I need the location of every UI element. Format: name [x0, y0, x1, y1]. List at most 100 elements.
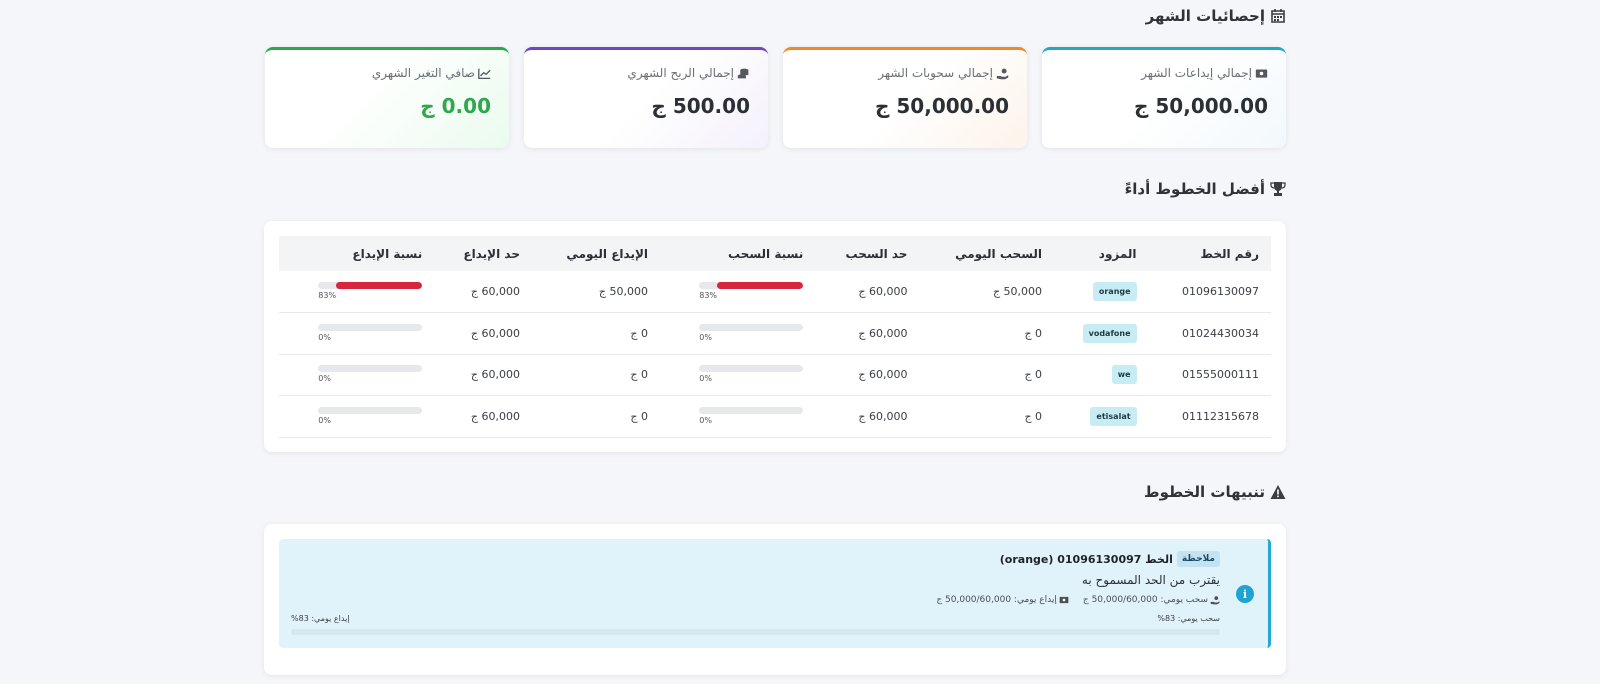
progress-label: 0%: [699, 332, 712, 342]
column-header: السحب اليومي: [955, 246, 1043, 261]
progress-fill: [716, 282, 804, 289]
daily-withdraw-cell: 50,000 ج: [919, 271, 1055, 313]
daily-deposit-cell: 0 ج: [531, 312, 661, 355]
line-number-cell: 01024430034: [1148, 312, 1271, 355]
stat-card-value: 50,000.00 ج: [875, 94, 1009, 118]
withdraw-pct-cell: 0%: [660, 312, 816, 355]
table-row: 01096130097 orange 50,000 ج 60,000 ج 83% 50,0…: [279, 271, 1271, 313]
calendar-icon: [1269, 8, 1286, 25]
line-alert: i ملاحظة الخط 01096130097 (orange) يقترب…: [279, 539, 1271, 648]
table-header-row: رقم الخط المزود السحب اليومي حد السحب نس…: [279, 236, 1271, 271]
deposit-pct-cell: 83%: [279, 271, 435, 313]
progress-label: 0%: [318, 332, 331, 342]
monthly-stats-title: إحصائيات الشهر: [1146, 5, 1286, 27]
progress-label: 0%: [699, 415, 712, 425]
line-number-cell: 01555000111: [1148, 354, 1271, 396]
daily-withdraw-cell: 0 ج: [919, 395, 1055, 438]
provider-cell: orange: [1054, 271, 1149, 313]
progress-label: 0%: [318, 415, 331, 425]
progress-label: 83%: [318, 291, 337, 300]
provider-badge: we: [1111, 365, 1137, 385]
withdraw-limit-cell: 60,000 ج: [815, 354, 920, 396]
progress-bar: [318, 406, 423, 414]
progress-bar: [318, 282, 423, 289]
stat-card-value: 0.00 ج: [420, 94, 491, 118]
stat-card-label: إجمالي إيداعات الشهر: [1141, 66, 1252, 80]
column-header: الإيداع اليومي: [566, 246, 649, 261]
daily-withdraw-cell: 0 ج: [919, 354, 1055, 396]
hand-holding-usd-icon: [1210, 596, 1220, 605]
provider-badge: vodafone: [1082, 323, 1137, 343]
top-lines-body: 01096130097 orange 50,000 ج 60,000 ج 83% 50,0…: [279, 271, 1271, 438]
line-alerts-panel: i ملاحظة الخط 01096130097 (orange) يقترب…: [264, 524, 1286, 675]
stat-card-monthly-profit: إجمالي الربح الشهري 500.00 ج: [524, 47, 768, 148]
withdraw-limit-cell: 60,000 ج: [815, 395, 920, 438]
hand-holding-usd-icon: [996, 68, 1009, 79]
alert-message: يقترب من الحد المسموح به: [1081, 573, 1220, 587]
alert-deposit-meta: إيداع يومي: 50,000/60,000 ج: [936, 595, 1057, 605]
progress-label: 83%: [699, 291, 718, 300]
column-header: رقم الخط: [1200, 246, 1259, 261]
progress-bar: [318, 323, 423, 331]
stat-card-monthly-deposits: إجمالي إيداعات الشهر 50,000.00 ج: [1042, 47, 1286, 148]
deposit-limit-cell: 60,000 ج: [434, 271, 532, 313]
stats-cards: إجمالي إيداعات الشهر 50,000.00 ج إجمالي …: [264, 47, 1286, 148]
stat-card-label: إجمالي الربح الشهري: [627, 66, 734, 80]
table-row: 01112315678 etisalat 0 ج 60,000 ج 0% 0 ج 60,00…: [279, 395, 1271, 438]
line-number-cell: 01096130097: [1148, 271, 1271, 313]
monthly-stats-title-text: إحصائيات الشهر: [1145, 7, 1265, 25]
provider-cell: etisalat: [1054, 395, 1149, 438]
info-icon: i: [1236, 585, 1254, 603]
trophy-icon: [1269, 181, 1286, 198]
progress-bar: [699, 365, 804, 373]
alert-withdraw-pct: سحب يومي: 83%: [1157, 614, 1220, 623]
progress-bar: [699, 406, 804, 414]
daily-deposit-cell: 50,000 ج: [531, 271, 661, 313]
progress-fill: [335, 282, 423, 289]
withdraw-pct-cell: 0%: [660, 395, 816, 438]
stat-card-net-change: صافي التغير الشهري 0.00 ج: [265, 47, 509, 148]
deposit-pct-cell: 0%: [279, 312, 435, 355]
stat-card-value: 500.00 ج: [651, 94, 750, 118]
alert-meta: سحب يومي: 50,000/60,000 ج إيداع يومي: 50…: [936, 595, 1220, 605]
deposit-limit-cell: 60,000 ج: [434, 312, 532, 355]
provider-cell: we: [1054, 354, 1149, 396]
warning-icon: [1269, 484, 1286, 501]
note-badge: ملاحظة: [1176, 551, 1220, 567]
stat-card-label: صافي التغير الشهري: [371, 66, 475, 80]
withdraw-pct-cell: 83%: [660, 271, 816, 313]
stat-card-monthly-withdrawals: إجمالي سحوبات الشهر 50,000.00 ج: [783, 47, 1027, 148]
provider-badge: orange: [1092, 282, 1137, 301]
coins-icon: [737, 68, 749, 78]
deposit-limit-cell: 60,000 ج: [434, 395, 532, 438]
progress-label: 0%: [699, 374, 712, 384]
top-lines-title: أفضل الخطوط أداءً: [1125, 178, 1286, 200]
line-alerts-title-text: تنبيهات الخطوط: [1143, 483, 1265, 501]
column-header: نسبة السحب: [727, 246, 804, 261]
daily-withdraw-cell: 0 ج: [919, 312, 1055, 355]
table-row: 01555000111 we 0 ج 60,000 ج 0% 0 ج 60,000 ج 0%: [279, 354, 1271, 396]
withdraw-pct-cell: 0%: [660, 354, 816, 396]
column-header: المزود: [1098, 246, 1137, 261]
alert-progress-bar: [291, 629, 1220, 635]
withdraw-limit-cell: 60,000 ج: [815, 312, 920, 355]
column-header: حد الإيداع: [463, 246, 520, 261]
top-lines-table: رقم الخط المزود السحب اليومي حد السحب نس…: [279, 236, 1271, 438]
progress-bar: [318, 365, 423, 373]
deposit-limit-cell: 60,000 ج: [434, 354, 532, 396]
stat-card-value: 50,000.00 ج: [1134, 94, 1268, 118]
daily-deposit-cell: 0 ج: [531, 354, 661, 396]
alert-deposit-pct: إيداع يومي: 83%: [291, 614, 350, 623]
progress-label: 0%: [318, 374, 331, 384]
money-bill-icon: [1059, 596, 1069, 604]
alert-withdraw-meta: سحب يومي: 50,000/60,000 ج: [1082, 595, 1208, 605]
chart-line-icon: [478, 68, 491, 79]
column-header: نسبة الإيداع: [352, 246, 423, 261]
alert-heading: الخط 01096130097 (orange): [999, 552, 1173, 566]
top-lines-panel: رقم الخط المزود السحب اليومي حد السحب نس…: [264, 221, 1286, 452]
column-header: حد السحب: [845, 246, 908, 261]
line-number-cell: 01112315678: [1148, 395, 1271, 438]
progress-bar: [699, 323, 804, 331]
line-alerts-title: تنبيهات الخطوط: [1144, 481, 1286, 503]
daily-deposit-cell: 0 ج: [531, 395, 661, 438]
